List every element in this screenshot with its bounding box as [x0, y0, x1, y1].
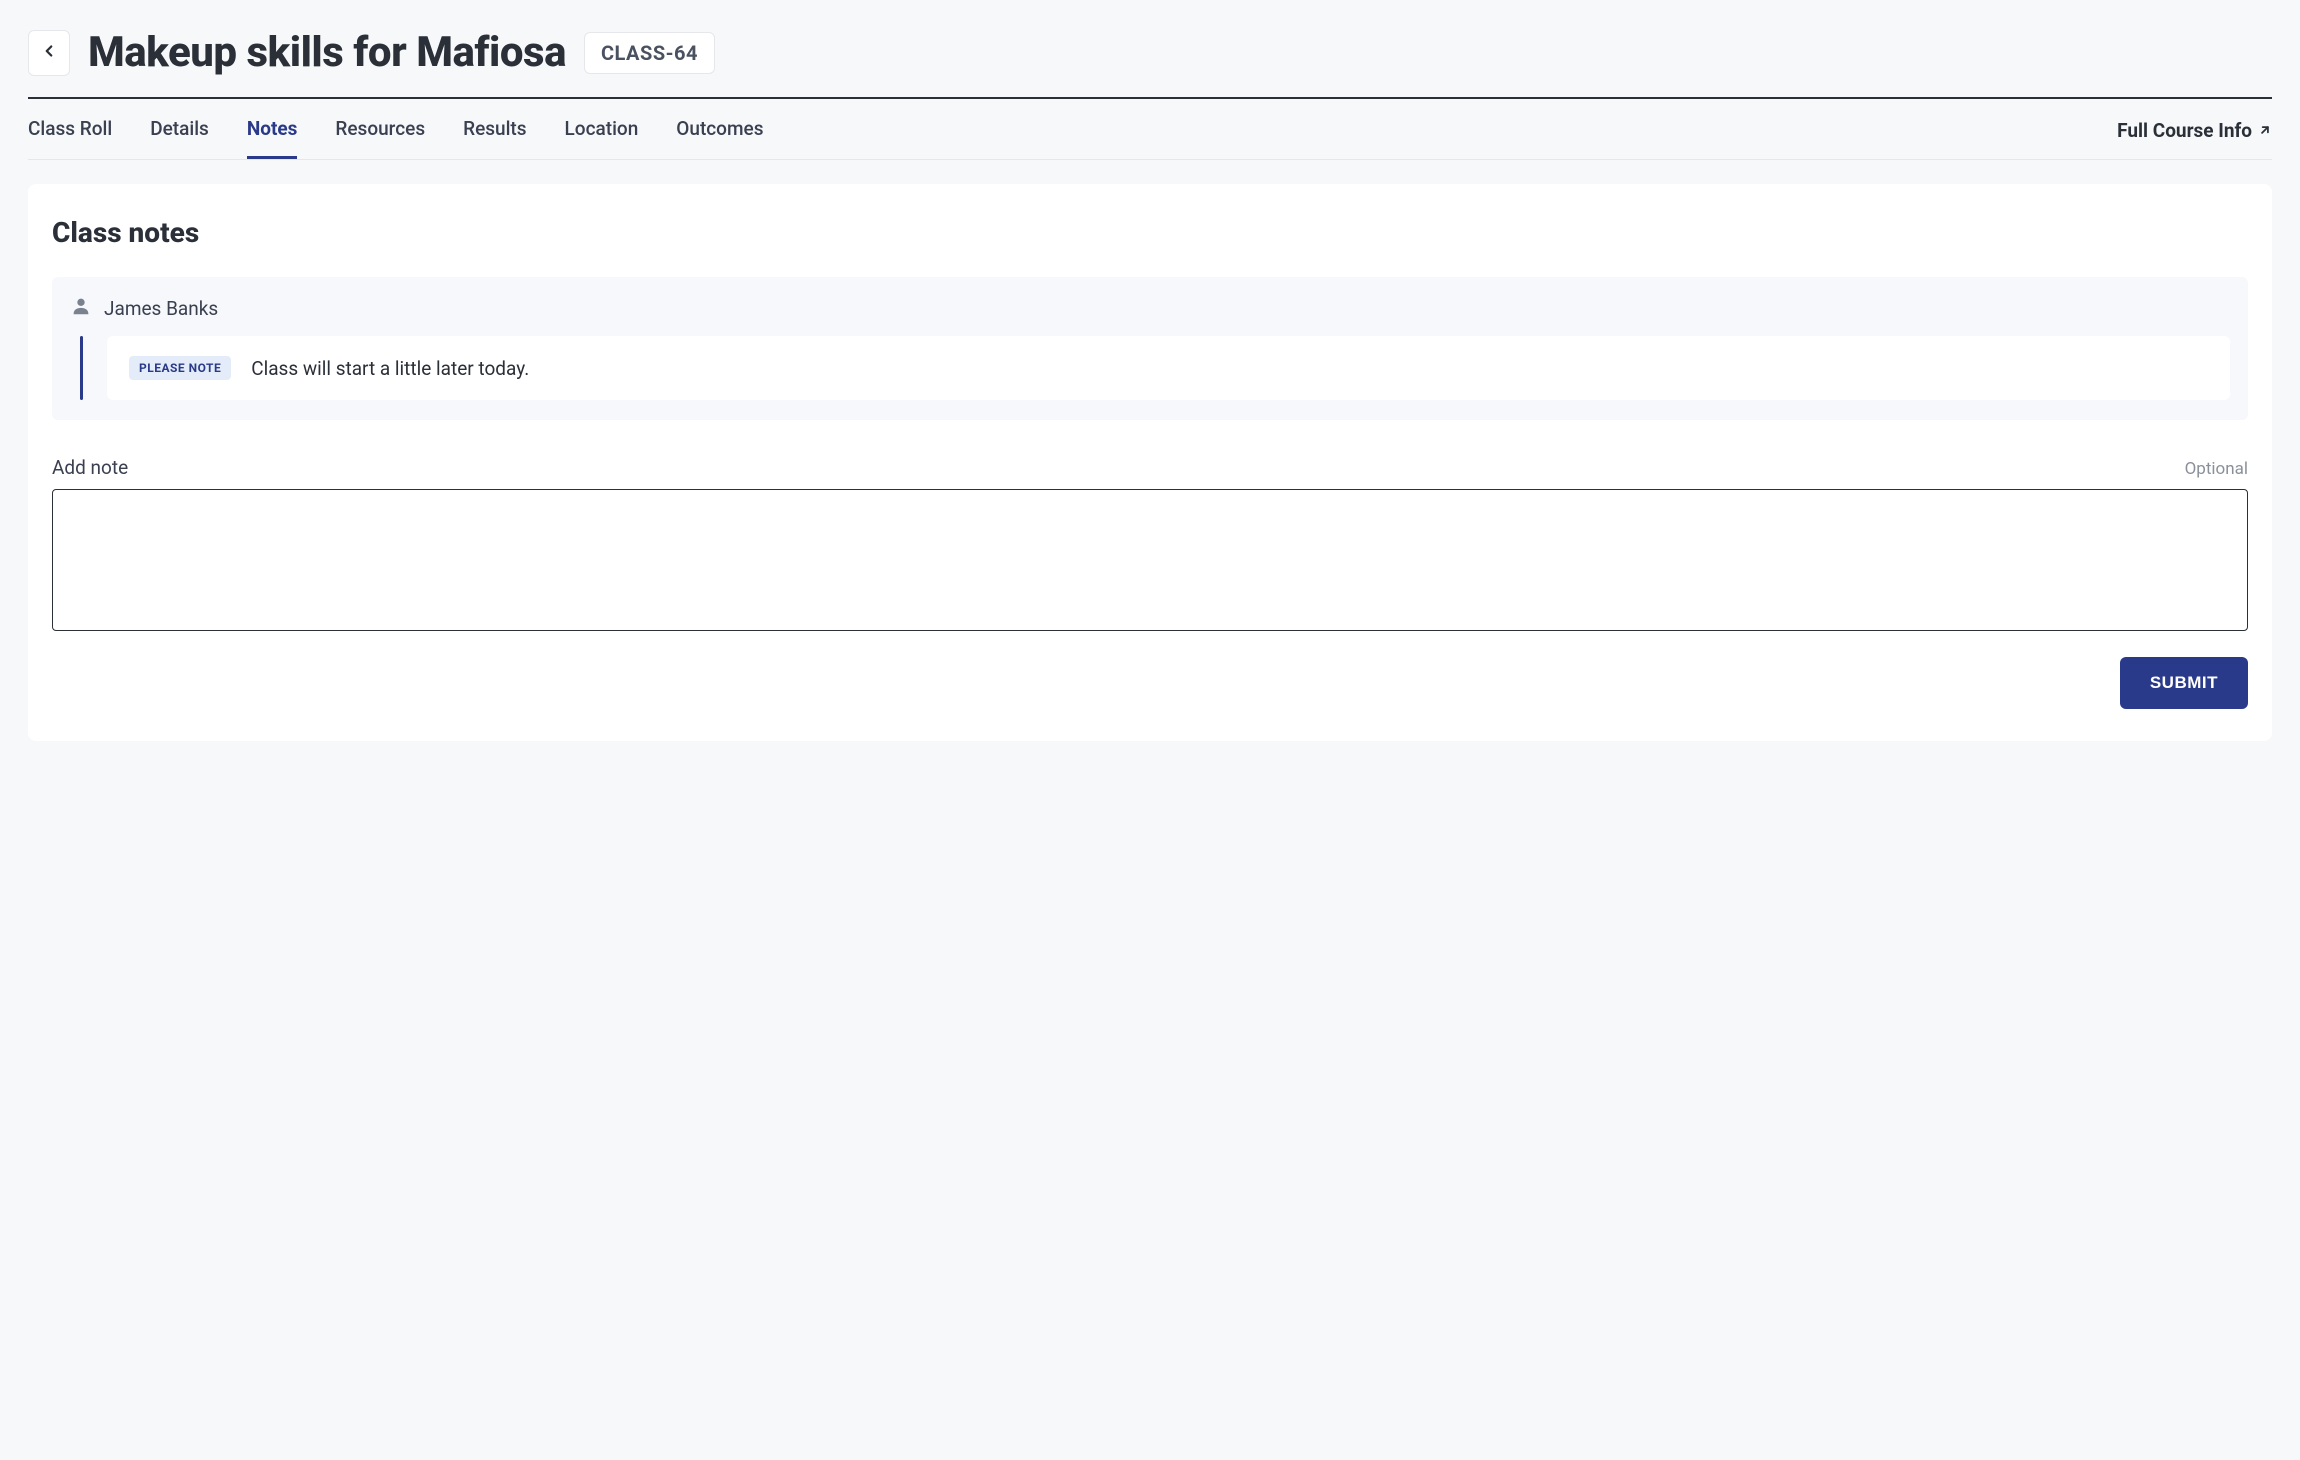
tab-class-roll[interactable]: Class Roll	[28, 117, 112, 159]
add-note-input[interactable]	[52, 489, 2248, 631]
external-link-icon	[2258, 119, 2272, 142]
tab-results[interactable]: Results	[463, 117, 526, 159]
tab-outcomes[interactable]: Outcomes	[676, 117, 763, 159]
tabs: Class Roll Details Notes Resources Resul…	[28, 117, 763, 159]
page-header: Makeup skills for Mafiosa CLASS-64	[28, 28, 2272, 99]
tab-location[interactable]: Location	[565, 117, 639, 159]
note-content: PLEASE NOTE Class will start a little la…	[107, 336, 2230, 400]
person-icon	[70, 295, 92, 322]
full-course-info-label: Full Course Info	[2117, 119, 2252, 142]
note-text: Class will start a little later today.	[251, 357, 529, 380]
tab-details[interactable]: Details	[150, 117, 209, 159]
tabs-row: Class Roll Details Notes Resources Resul…	[28, 99, 2272, 160]
full-course-info-link[interactable]: Full Course Info	[2117, 119, 2272, 158]
submit-button[interactable]: SUBMIT	[2120, 657, 2248, 709]
add-note-optional: Optional	[2185, 459, 2248, 479]
class-notes-heading: Class notes	[52, 216, 2248, 249]
note-block: James Banks PLEASE NOTE Class will start…	[52, 277, 2248, 420]
page-title: Makeup skills for Mafiosa	[88, 28, 566, 77]
tab-resources[interactable]: Resources	[335, 117, 425, 159]
add-note-label-row: Add note Optional	[52, 456, 2248, 479]
class-code-badge: CLASS-64	[584, 32, 715, 74]
note-accent-bar	[80, 336, 83, 400]
class-notes-card: Class notes James Banks PLEASE NOTE Clas…	[28, 184, 2272, 741]
tab-notes[interactable]: Notes	[247, 117, 298, 159]
note-author: James Banks	[70, 295, 2230, 322]
note-body: PLEASE NOTE Class will start a little la…	[80, 336, 2230, 400]
note-author-name: James Banks	[104, 297, 218, 320]
add-note-label: Add note	[52, 456, 128, 479]
back-button[interactable]	[28, 30, 70, 76]
note-tag-pill: PLEASE NOTE	[129, 356, 231, 380]
chevron-left-icon	[40, 42, 58, 64]
submit-row: SUBMIT	[52, 657, 2248, 709]
